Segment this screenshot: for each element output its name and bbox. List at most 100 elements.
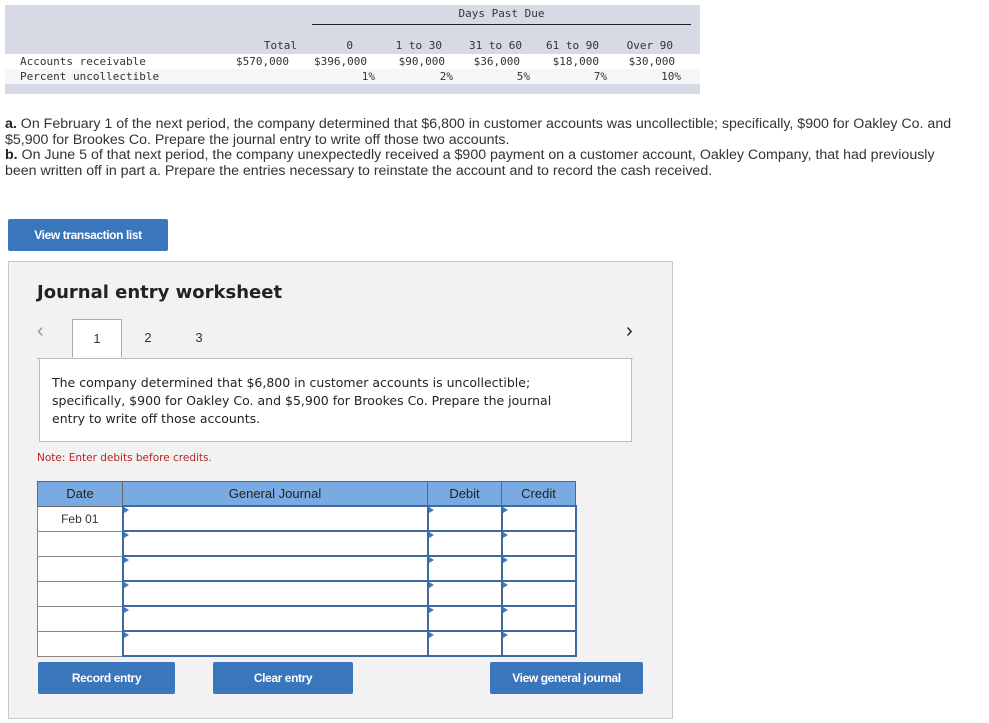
transaction-description-box: The company determined that $6,800 in cu… <box>39 359 632 442</box>
debit-cell[interactable] <box>426 505 503 532</box>
row-label: Accounts receivable <box>20 55 146 68</box>
account-cell[interactable] <box>121 555 429 582</box>
part-b-text: On June 5 of that next period, the compa… <box>5 147 935 179</box>
date-cell <box>37 530 123 557</box>
credit-cell[interactable] <box>500 555 577 582</box>
part-b-label: b. <box>5 147 18 163</box>
journal-table: Date General Journal Debit Credit Feb 01 <box>37 481 577 657</box>
debit-cell[interactable] <box>426 530 503 557</box>
header-general-journal: General Journal <box>122 481 428 507</box>
chevron-right-icon[interactable]: › <box>626 320 633 343</box>
ar-1-30: $90,000 <box>398 55 445 68</box>
account-input[interactable] <box>123 607 427 630</box>
tab-3[interactable]: 3 <box>174 319 224 359</box>
aging-schedule-table: Days Past Due Total 0 1 to 30 31 to 60 6… <box>5 5 700 94</box>
debit-input[interactable] <box>428 632 501 655</box>
pct-61-90: 7% <box>593 70 607 83</box>
journal-row: Feb 01 <box>37 505 577 532</box>
account-input[interactable] <box>123 632 427 655</box>
problem-statement: a. On February 1 of the next period, the… <box>5 116 965 179</box>
account-cell[interactable] <box>121 630 429 657</box>
header-credit: Credit <box>501 481 576 507</box>
transaction-description: The company determined that $6,800 in cu… <box>52 375 552 426</box>
part-b: b. On June 5 of that next period, the co… <box>5 147 965 179</box>
col-header-61-90: 61 to 90 <box>546 39 599 52</box>
column-header-row: Total 0 1 to 30 31 to 60 61 to 90 Over 9… <box>5 38 700 54</box>
journal-row <box>37 580 577 607</box>
journal-row <box>37 555 577 582</box>
credit-input[interactable] <box>502 507 575 530</box>
credit-cell[interactable] <box>500 605 577 632</box>
percent-uncollectible-row: Percent uncollectible 1% 2% 5% 7% 10% <box>5 69 700 84</box>
date-cell <box>37 580 123 607</box>
journal-header-row: Date General Journal Debit Credit <box>37 481 576 507</box>
credit-input[interactable] <box>502 532 575 555</box>
credit-input[interactable] <box>502 557 575 580</box>
col-header-over-90: Over 90 <box>626 39 673 52</box>
header-divider <box>312 24 691 25</box>
account-input[interactable] <box>123 507 427 530</box>
debit-cell[interactable] <box>426 605 503 632</box>
date-cell <box>37 630 123 657</box>
ar-0: $396,000 <box>314 55 367 68</box>
debit-input[interactable] <box>428 507 501 530</box>
journal-row <box>37 605 577 632</box>
part-a-label: a. <box>5 116 17 132</box>
credit-cell[interactable] <box>500 630 577 657</box>
debit-input[interactable] <box>428 607 501 630</box>
view-general-journal-button[interactable]: View general journal <box>490 662 643 694</box>
part-a: a. On February 1 of the next period, the… <box>5 116 965 148</box>
header-debit: Debit <box>427 481 502 507</box>
account-input[interactable] <box>123 582 427 605</box>
debit-cell[interactable] <box>426 555 503 582</box>
col-header-0: 0 <box>346 39 353 52</box>
clear-entry-button[interactable]: Clear entry <box>213 662 353 694</box>
worksheet-title: Journal entry worksheet <box>37 282 283 303</box>
date-cell: Feb 01 <box>37 505 123 532</box>
credit-input[interactable] <box>502 632 575 655</box>
debits-note: Note: Enter debits before credits. <box>37 452 212 464</box>
journal-row <box>37 630 577 657</box>
chevron-left-icon[interactable]: ‹ <box>37 320 44 343</box>
debit-cell[interactable] <box>426 630 503 657</box>
account-cell[interactable] <box>121 505 429 532</box>
part-a-text: On February 1 of the next period, the co… <box>5 116 952 148</box>
credit-cell[interactable] <box>500 505 577 532</box>
credit-cell[interactable] <box>500 580 577 607</box>
ar-61-90: $18,000 <box>552 55 599 68</box>
debit-input[interactable] <box>428 532 501 555</box>
ar-total: $570,000 <box>236 55 289 68</box>
tab-2[interactable]: 2 <box>123 319 173 359</box>
debit-cell[interactable] <box>426 580 503 607</box>
col-header-31-60: 31 to 60 <box>469 39 522 52</box>
pct-1-30: 2% <box>439 70 453 83</box>
days-past-due-header: Days Past Due <box>458 7 545 20</box>
debit-input[interactable] <box>428 582 501 605</box>
account-cell[interactable] <box>121 530 429 557</box>
view-transaction-list-button[interactable]: View transaction list <box>8 219 168 251</box>
row-label: Percent uncollectible <box>20 70 160 83</box>
pct-31-60: 5% <box>516 70 530 83</box>
journal-entry-worksheet: Journal entry worksheet ‹ 1 2 3 › The co… <box>8 261 673 719</box>
accounts-receivable-row: Accounts receivable $570,000 $396,000 $9… <box>5 54 700 69</box>
account-cell[interactable] <box>121 580 429 607</box>
credit-input[interactable] <box>502 607 575 630</box>
header-date: Date <box>37 481 123 507</box>
pct-0: 1% <box>361 70 375 83</box>
col-header-total: Total <box>263 39 297 52</box>
date-cell <box>37 605 123 632</box>
date-cell <box>37 555 123 582</box>
account-cell[interactable] <box>121 605 429 632</box>
account-input[interactable] <box>123 557 427 580</box>
credit-input[interactable] <box>502 582 575 605</box>
ar-31-60: $36,000 <box>473 55 520 68</box>
tab-1[interactable]: 1 <box>72 319 122 358</box>
credit-cell[interactable] <box>500 530 577 557</box>
pct-over-90: 10% <box>661 70 681 83</box>
ar-over-90: $30,000 <box>628 55 675 68</box>
record-entry-button[interactable]: Record entry <box>38 662 175 694</box>
debit-input[interactable] <box>428 557 501 580</box>
col-header-1-30: 1 to 30 <box>395 39 442 52</box>
account-input[interactable] <box>123 532 427 555</box>
journal-row <box>37 530 577 557</box>
